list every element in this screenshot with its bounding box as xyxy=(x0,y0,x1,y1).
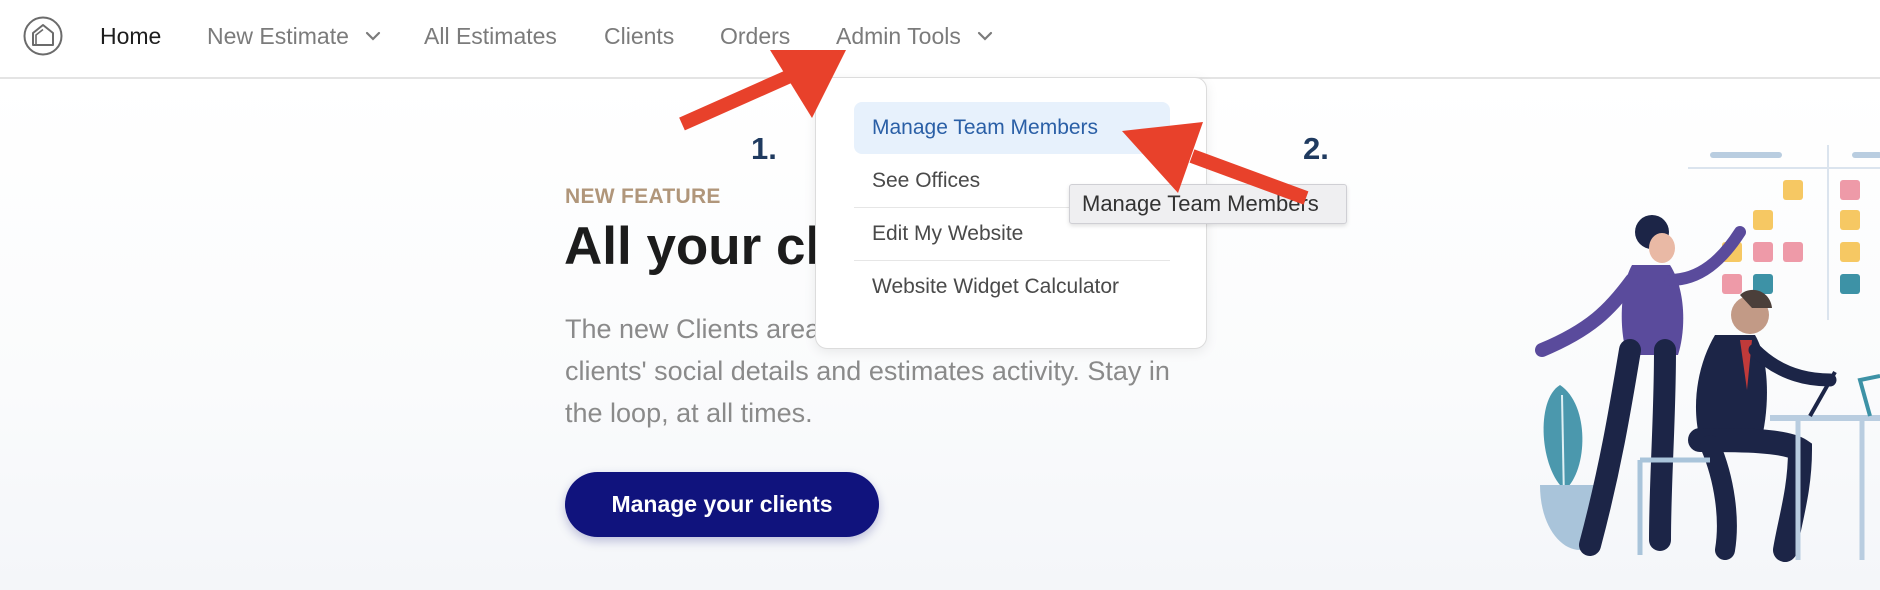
menu-item-label: Manage Team Members xyxy=(872,116,1099,139)
nav-orders[interactable]: Orders xyxy=(720,20,790,52)
nav-orders-label: Orders xyxy=(720,23,791,49)
annotation-step-2: 2. xyxy=(1303,131,1329,166)
nav-clients[interactable]: Clients xyxy=(604,20,674,52)
hero-description-line: clients' social details and estimates ac… xyxy=(565,356,1170,386)
menu-item-label: Website Widget Calculator xyxy=(872,275,1120,298)
nav-admin-tools[interactable]: Admin Tools xyxy=(836,20,993,52)
menu-item-website-widget-calculator[interactable]: Website Widget Calculator xyxy=(854,261,1170,313)
nav-clients-label: Clients xyxy=(604,23,675,49)
new-feature-eyebrow: NEW FEATURE xyxy=(565,185,721,208)
nav-admin-tools-label: Admin Tools xyxy=(836,23,961,49)
menu-item-label: See Offices xyxy=(872,169,981,192)
team-working-illustration xyxy=(1535,145,1880,562)
manage-clients-button[interactable]: Manage your clients xyxy=(565,472,879,537)
nav-all-estimates-label: All Estimates xyxy=(424,23,557,49)
top-navbar: Home New Estimate All Estimates Clients … xyxy=(0,0,1880,79)
hero-description-line: The new Clients area xyxy=(565,314,821,344)
nav-all-estimates[interactable]: All Estimates xyxy=(424,20,557,52)
hero-title: All your clients xyxy=(564,217,824,276)
nav-new-estimate-label: New Estimate xyxy=(207,23,349,49)
nav-home[interactable]: Home xyxy=(100,20,161,52)
chevron-down-icon xyxy=(366,31,381,41)
chevron-down-icon xyxy=(978,31,993,41)
manage-team-members-tooltip: Manage Team Members xyxy=(1069,184,1347,224)
nav-new-estimate[interactable]: New Estimate xyxy=(207,20,381,52)
hero-description-line: the loop, at all times. xyxy=(565,398,813,428)
menu-item-manage-team-members[interactable]: Manage Team Members xyxy=(854,102,1170,154)
menu-item-label: Edit My Website xyxy=(872,222,1024,245)
house-logo-icon[interactable] xyxy=(23,16,63,56)
annotation-step-1: 1. xyxy=(751,131,777,166)
nav-home-label: Home xyxy=(100,23,162,49)
